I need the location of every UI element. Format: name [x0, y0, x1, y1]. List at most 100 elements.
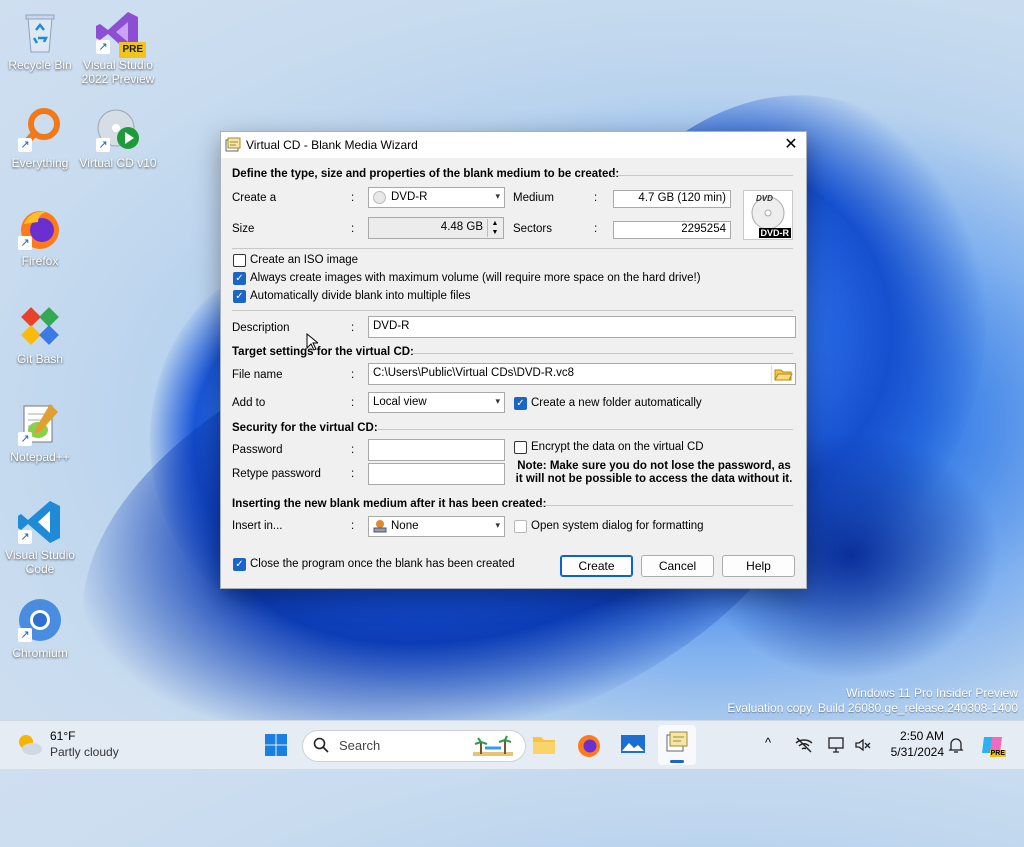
file-explorer-icon[interactable]: [531, 733, 557, 757]
section-insert-heading: Inserting the new blank medium after it …: [232, 498, 547, 510]
colon: :: [351, 322, 355, 334]
colon: :: [351, 468, 355, 480]
firefox-icon: ↗: [16, 204, 64, 252]
divide-blank-checkbox[interactable]: ✓: [233, 290, 246, 303]
active-indicator: [670, 760, 684, 763]
magnifier-icon: ↗: [16, 106, 64, 154]
network-offline-icon[interactable]: [795, 736, 813, 754]
size-stepper[interactable]: 4.48 GB ▲ ▼: [368, 217, 504, 239]
encrypt-checkbox[interactable]: [514, 441, 527, 454]
notepad-plus-plus-icon: ↗: [16, 400, 64, 448]
watermark-line-1: Windows 11 Pro Insider Preview: [846, 686, 1018, 700]
display-icon[interactable]: [828, 736, 846, 754]
filename-label: File name: [232, 369, 283, 381]
colon: :: [351, 520, 355, 532]
colon: :: [351, 369, 355, 381]
firefox-taskbar-icon[interactable]: [576, 732, 602, 758]
desktop-icon-notepad-plus-plus[interactable]: ↗ Notepad++: [0, 400, 80, 464]
divider: [611, 175, 793, 176]
weather-partly-cloudy-icon[interactable]: [14, 731, 44, 759]
chevron-down-icon: ▾: [495, 396, 500, 406]
weather-description[interactable]: Partly cloudy: [50, 745, 119, 759]
spin-up-icon[interactable]: ▲: [487, 219, 502, 228]
addto-combo[interactable]: Local view ▾: [368, 392, 505, 413]
dvd-r-badge: DVD-R: [758, 228, 791, 238]
retype-password-input[interactable]: [368, 463, 505, 485]
open-system-dialog-label: Open system dialog for formatting: [531, 520, 704, 532]
taskbar-search-box[interactable]: Search: [302, 730, 526, 762]
size-label: Size: [232, 223, 255, 235]
desktop-icon-virtual-cd[interactable]: ↗ Virtual CD v10: [78, 106, 158, 170]
create-button[interactable]: Create: [560, 555, 633, 577]
close-program-checkbox[interactable]: ✓: [233, 558, 246, 571]
create-a-combo[interactable]: DVD-R ▾: [368, 187, 505, 208]
open-system-dialog-checkbox[interactable]: [514, 520, 527, 533]
addto-value: Local view: [373, 396, 427, 408]
password-note: Note: Make sure you do not lose the pass…: [515, 460, 793, 485]
desktop-icon-git-bash[interactable]: Git Bash: [0, 302, 80, 366]
help-button[interactable]: Help: [722, 555, 795, 577]
create-iso-checkbox[interactable]: [233, 254, 246, 267]
volume-muted-icon[interactable]: [854, 736, 872, 754]
desktop-icon-everything[interactable]: ↗ Everything: [0, 106, 80, 170]
new-folder-label: Create a new folder automatically: [531, 397, 702, 409]
drive-icon: [373, 520, 387, 533]
new-folder-checkbox[interactable]: ✓: [514, 397, 527, 410]
icon-label: Firefox: [21, 254, 59, 268]
password-input[interactable]: [368, 439, 505, 461]
chevron-down-icon: ▾: [495, 191, 500, 201]
desktop-icon-vscode[interactable]: ↗ Visual Studio Code: [0, 498, 80, 576]
search-icon: [313, 737, 329, 753]
icon-label: Visual Studio Code: [5, 548, 75, 576]
desktop-icon-firefox[interactable]: ↗ Firefox: [0, 204, 80, 268]
divider: [232, 248, 793, 249]
chevron-down-icon: ▾: [495, 520, 500, 530]
addto-label: Add to: [232, 397, 266, 409]
divider: [232, 310, 793, 311]
dialog-titlebar[interactable]: Virtual CD - Blank Media Wizard ✕: [221, 132, 806, 158]
vscode-icon: ↗: [16, 498, 64, 546]
virtual-cd-taskbar-button[interactable]: [658, 725, 696, 765]
blank-media-wizard-dialog: Virtual CD - Blank Media Wizard ✕ Define…: [220, 131, 807, 589]
desktop-icon-visual-studio-2022-preview[interactable]: PRE ↗ Visual Studio 2022 Preview: [78, 8, 158, 86]
sectors-label: Sectors: [513, 223, 552, 235]
description-input[interactable]: DVD-R: [368, 316, 796, 338]
medium-field: 4.7 GB (120 min): [613, 190, 731, 208]
desktop-icon-chromium[interactable]: ↗ Chromium: [0, 596, 80, 660]
icon-label: Visual Studio 2022 Preview: [81, 58, 155, 86]
visual-studio-icon: PRE ↗: [94, 8, 146, 58]
taskbar: 61°F Partly cloudy Search ^ 2:50 AM 5/31…: [0, 720, 1024, 769]
copilot-pre-icon[interactable]: PRE: [980, 733, 1006, 757]
max-volume-label: Always create images with maximum volume…: [250, 272, 701, 284]
clock-time[interactable]: 2:50 AM: [880, 729, 944, 743]
divider: [376, 429, 793, 430]
weather-temperature[interactable]: 61°F: [50, 729, 75, 743]
insertin-combo[interactable]: None ▾: [368, 516, 505, 537]
sectors-field: 2295254: [613, 221, 731, 239]
divide-blank-label: Automatically divide blank into multiple…: [250, 290, 471, 302]
shortcut-arrow-icon: ↗: [18, 530, 32, 544]
photos-taskbar-icon[interactable]: [620, 733, 646, 757]
spin-down-icon[interactable]: ▼: [487, 228, 502, 237]
shortcut-arrow-icon: ↗: [18, 628, 32, 642]
desktop-icon-recycle-bin[interactable]: Recycle Bin: [0, 8, 80, 72]
shortcut-arrow-icon: ↗: [18, 432, 32, 446]
shortcut-arrow-icon: ↗: [18, 138, 32, 152]
notification-bell-icon[interactable]: [948, 736, 964, 754]
filename-input[interactable]: C:\Users\Public\Virtual CDs\DVD-R.vc8: [368, 363, 796, 385]
max-volume-checkbox[interactable]: ✓: [233, 272, 246, 285]
close-button[interactable]: ✕: [776, 132, 806, 158]
dvd-logo: DVD: [756, 194, 773, 203]
section-define-heading: Define the type, size and properties of …: [232, 168, 620, 180]
encrypt-label: Encrypt the data on the virtual CD: [531, 441, 704, 453]
icon-label: Chromium: [12, 646, 68, 660]
clock-date[interactable]: 5/31/2024: [880, 745, 944, 759]
browse-folder-icon[interactable]: [771, 365, 794, 383]
start-button-windows-icon[interactable]: [264, 733, 288, 757]
insertin-label: Insert in...: [232, 520, 283, 532]
cancel-button[interactable]: Cancel: [641, 555, 714, 577]
pre-badge: PRE: [119, 42, 146, 58]
chromium-icon: ↗: [16, 596, 64, 644]
tray-chevron-up-icon[interactable]: ^: [765, 735, 771, 750]
icon-label: Everything: [11, 156, 69, 170]
